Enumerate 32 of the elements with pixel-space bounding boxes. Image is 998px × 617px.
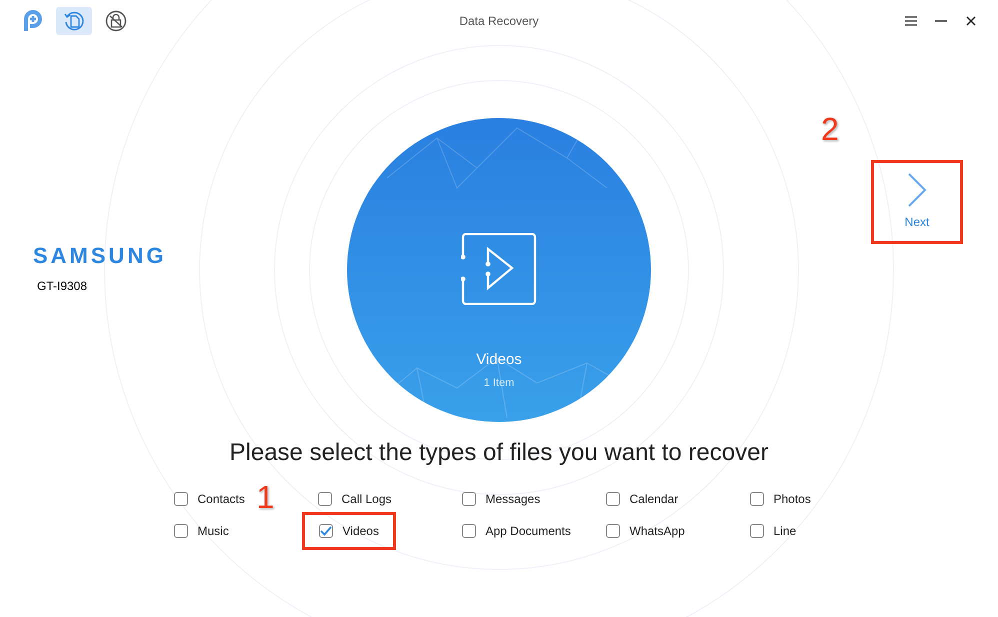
next-button[interactable]: Next <box>871 160 963 244</box>
checkbox[interactable] <box>606 492 620 506</box>
checkbox[interactable] <box>318 524 332 538</box>
device-model: GT-I9308 <box>36 278 88 295</box>
chevron-right-icon <box>907 173 927 207</box>
file-type-option[interactable]: Line <box>750 522 796 540</box>
brand-logo: SAMSUNG <box>33 245 168 267</box>
checkbox[interactable] <box>462 492 476 506</box>
item-count: 1 Item <box>484 376 514 390</box>
checkbox[interactable] <box>174 492 188 506</box>
file-type-option[interactable]: App Documents <box>462 522 571 540</box>
file-type-option[interactable]: Calendar <box>606 490 678 508</box>
annotation-number: 2 <box>821 113 839 145</box>
checkbox[interactable] <box>750 524 764 538</box>
window-title: Data Recovery <box>459 14 539 28</box>
category-name: Videos <box>476 350 522 370</box>
file-type-option[interactable]: Call Logs <box>318 490 392 508</box>
checkbox[interactable] <box>174 524 188 538</box>
annotation-number: 1 <box>256 481 274 513</box>
file-type-option[interactable]: Videos <box>302 512 396 550</box>
checkbox[interactable] <box>462 524 476 538</box>
file-type-option[interactable]: Messages <box>462 490 540 508</box>
file-type-option[interactable]: WhatsApp <box>606 522 685 540</box>
checkbox[interactable] <box>606 524 620 538</box>
instruction-heading: Please select the types of files you want to recover <box>230 438 768 468</box>
file-type-option[interactable]: Music <box>174 522 229 540</box>
video-play-icon <box>461 233 537 305</box>
file-type-option[interactable]: Photos <box>750 490 811 508</box>
checkbox[interactable] <box>318 492 332 506</box>
file-type-option[interactable]: Contacts <box>174 490 245 508</box>
checkbox[interactable] <box>750 492 764 506</box>
file-recovery-icon[interactable] <box>56 7 92 35</box>
